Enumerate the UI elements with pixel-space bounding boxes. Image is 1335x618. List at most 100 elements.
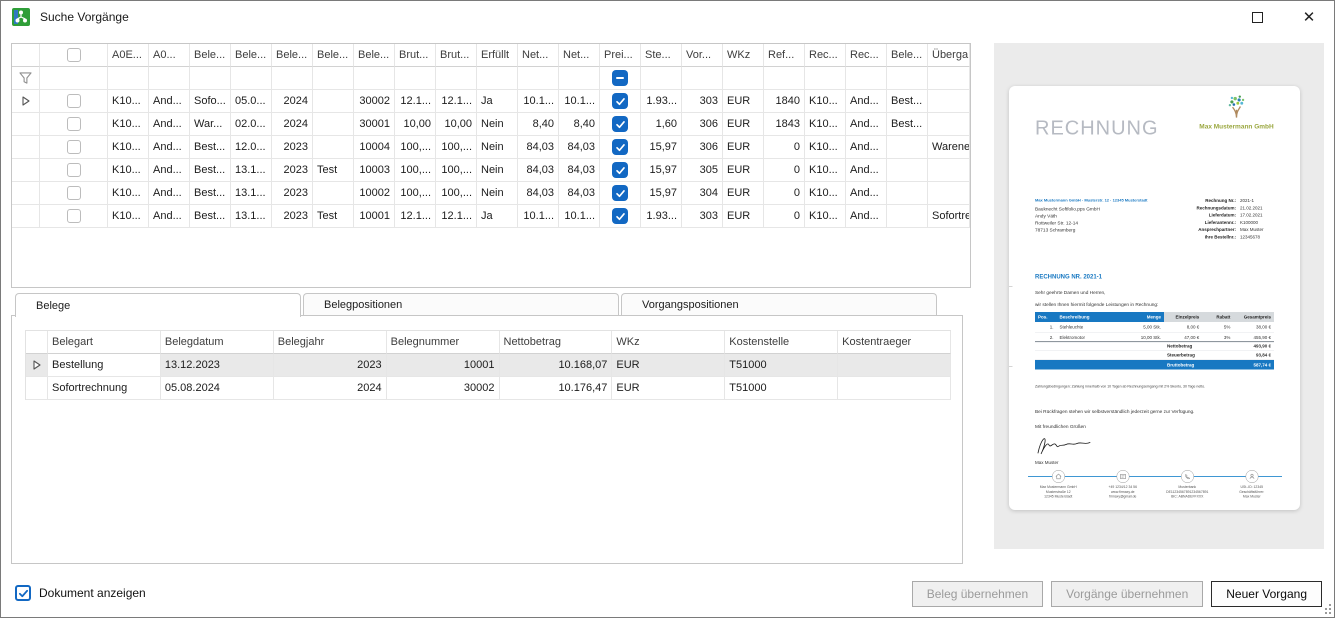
grid-cell[interactable]: Nein xyxy=(477,136,518,159)
grid-cell[interactable]: Ja xyxy=(477,90,518,113)
grid-cell[interactable]: 10.1... xyxy=(559,205,600,228)
grid-cell[interactable]: And... xyxy=(149,205,190,228)
column-header[interactable]: Kostentraeger xyxy=(838,331,951,354)
column-header[interactable]: Bele... xyxy=(887,44,928,67)
grid-cell[interactable]: 84,03 xyxy=(559,159,600,182)
grid-cell[interactable]: 30002 xyxy=(354,90,395,113)
grid-cell[interactable]: 10.168,07 xyxy=(500,354,613,377)
filter-row-button[interactable] xyxy=(12,67,40,90)
grid-cell[interactable]: 2023 xyxy=(274,354,387,377)
grid-cell[interactable]: 100,... xyxy=(395,182,436,205)
filter-cell[interactable] xyxy=(149,67,190,90)
filter-cell[interactable] xyxy=(846,67,887,90)
grid-cell[interactable]: And... xyxy=(846,90,887,113)
grid-cell[interactable] xyxy=(887,136,928,159)
close-button[interactable]: ✕ xyxy=(1292,3,1326,31)
column-header[interactable]: Ref... xyxy=(764,44,805,67)
beleg-uebernehmen-button[interactable]: Beleg übernehmen xyxy=(912,581,1043,607)
grid-cell[interactable]: Best... xyxy=(190,205,231,228)
row-select-cell[interactable] xyxy=(40,159,108,182)
grid-cell[interactable]: 10,00 xyxy=(395,113,436,136)
filter-cell[interactable] xyxy=(764,67,805,90)
grid-cell[interactable]: And... xyxy=(846,182,887,205)
grid-cell[interactable]: 10004 xyxy=(354,136,395,159)
grid-cell[interactable]: 13.1... xyxy=(231,205,272,228)
grid-cell[interactable]: 305 xyxy=(682,159,723,182)
tab-belege[interactable]: Belege xyxy=(15,293,301,317)
grid-cell[interactable]: 8,40 xyxy=(518,113,559,136)
column-header[interactable]: Bele... xyxy=(354,44,395,67)
grid-cell[interactable]: 100,... xyxy=(395,136,436,159)
grid-cell[interactable]: EUR xyxy=(723,205,764,228)
grid-cell[interactable]: Best... xyxy=(887,90,928,113)
grid-cell[interactable]: T51000 xyxy=(725,377,838,400)
grid-cell[interactable] xyxy=(600,90,641,113)
column-header[interactable]: Net... xyxy=(518,44,559,67)
grid-cell[interactable]: 303 xyxy=(682,90,723,113)
filter-cell[interactable] xyxy=(928,67,970,90)
column-header[interactable]: Vor... xyxy=(682,44,723,67)
column-header[interactable]: Bele... xyxy=(190,44,231,67)
column-header[interactable]: Prei... xyxy=(600,44,641,67)
filter-cell[interactable] xyxy=(723,67,764,90)
grid-cell[interactable]: 10,00 xyxy=(436,113,477,136)
column-header[interactable]: Belegdatum xyxy=(161,331,274,354)
grid-cell[interactable]: K10... xyxy=(108,113,149,136)
row-select-cell[interactable] xyxy=(40,90,108,113)
column-header[interactable]: Rec... xyxy=(846,44,887,67)
grid-cell[interactable]: 0 xyxy=(764,159,805,182)
row-expander[interactable] xyxy=(26,354,48,377)
filter-cell[interactable] xyxy=(190,67,231,90)
column-header[interactable]: Net... xyxy=(559,44,600,67)
grid-cell[interactable]: Best... xyxy=(190,182,231,205)
grid-cell[interactable]: And... xyxy=(846,159,887,182)
grid-cell[interactable]: K10... xyxy=(108,159,149,182)
filter-cell[interactable] xyxy=(272,67,313,90)
column-header[interactable]: Bele... xyxy=(231,44,272,67)
row-select-checkbox[interactable] xyxy=(67,209,81,223)
grid-cell[interactable]: 2024 xyxy=(272,113,313,136)
grid-cell[interactable]: T51000 xyxy=(725,354,838,377)
grid-cell[interactable]: 303 xyxy=(682,205,723,228)
grid-cell[interactable]: K10... xyxy=(805,136,846,159)
column-header[interactable]: Ste... xyxy=(641,44,682,67)
grid-cell[interactable]: 100,... xyxy=(436,159,477,182)
row-expander[interactable] xyxy=(26,377,48,400)
grid-cell[interactable]: Nein xyxy=(477,182,518,205)
grid-cell[interactable]: 10.1... xyxy=(518,205,559,228)
grid-cell[interactable]: 10001 xyxy=(387,354,500,377)
grid-cell[interactable]: 2023 xyxy=(272,205,313,228)
column-header[interactable]: Belegart xyxy=(48,331,161,354)
grid-cell[interactable]: EUR xyxy=(612,377,725,400)
invoice-page[interactable]: RECHNUNG Max Mustermann GmbH Max Musterm… xyxy=(1009,86,1300,510)
grid-cell[interactable]: K10... xyxy=(805,90,846,113)
preisfindung-checkbox[interactable] xyxy=(612,139,628,155)
filter-cell[interactable] xyxy=(641,67,682,90)
preisfindung-checkbox[interactable] xyxy=(612,116,628,132)
grid-cell[interactable]: 30001 xyxy=(354,113,395,136)
grid-cell[interactable] xyxy=(928,182,970,205)
filter-cell[interactable] xyxy=(108,67,149,90)
grid-cell[interactable]: 15,97 xyxy=(641,182,682,205)
grid-cell[interactable]: And... xyxy=(149,182,190,205)
filter-cell[interactable] xyxy=(518,67,559,90)
select-all-checkbox[interactable] xyxy=(67,48,81,62)
filter-cell[interactable] xyxy=(313,67,354,90)
grid-cell[interactable] xyxy=(887,159,928,182)
row-select-checkbox[interactable] xyxy=(67,186,81,200)
preisfindung-checkbox[interactable] xyxy=(612,93,628,109)
grid-cell[interactable] xyxy=(313,113,354,136)
grid-cell[interactable]: And... xyxy=(149,113,190,136)
row-select-checkbox[interactable] xyxy=(67,163,81,177)
grid-cell[interactable]: K10... xyxy=(805,205,846,228)
grid-cell[interactable]: EUR xyxy=(723,182,764,205)
grid-cell[interactable]: 8,40 xyxy=(559,113,600,136)
grid-cell[interactable]: 1840 xyxy=(764,90,805,113)
grid-cell[interactable]: 0 xyxy=(764,205,805,228)
grid-cell[interactable]: 1843 xyxy=(764,113,805,136)
maximize-button[interactable] xyxy=(1240,3,1274,31)
column-header[interactable]: Nettobetrag xyxy=(500,331,613,354)
grid-cell[interactable]: 0 xyxy=(764,136,805,159)
filter-cell[interactable] xyxy=(436,67,477,90)
grid-cell[interactable]: Warenei... xyxy=(928,136,970,159)
